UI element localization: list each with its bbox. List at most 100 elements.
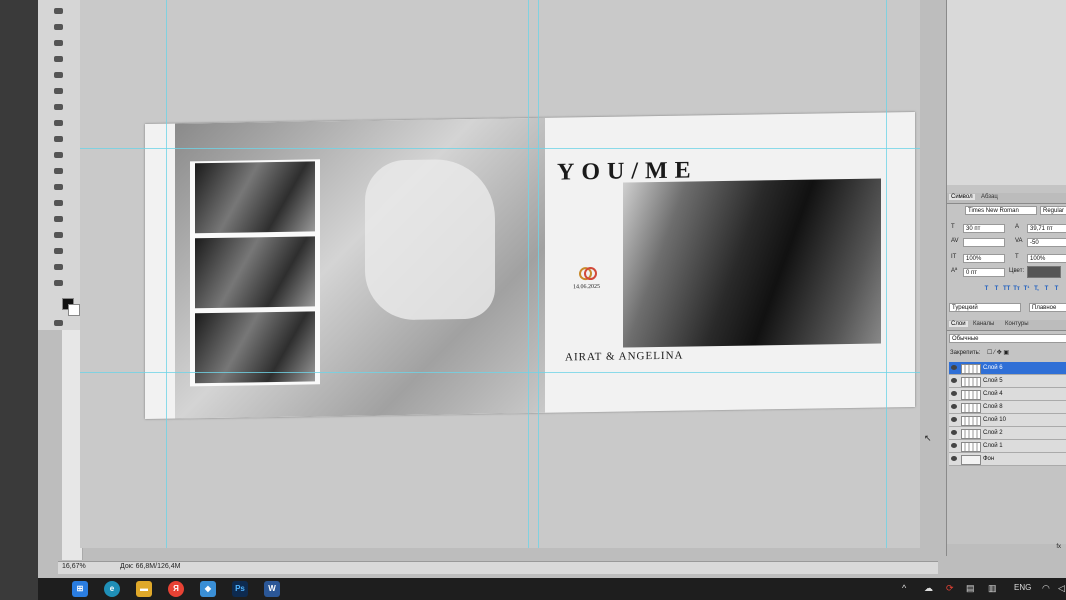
network-bars-icon[interactable]: ▥ [988, 583, 997, 594]
horizontal-scale-field[interactable]: 100% [1027, 254, 1066, 263]
guide-vertical[interactable] [538, 0, 539, 548]
layer-thumbnail [961, 403, 981, 413]
layer-row[interactable]: Слой 6 [949, 362, 1066, 375]
magic-wand-tool-icon[interactable] [52, 22, 66, 32]
tab-paragraph[interactable]: Абзац [979, 194, 1000, 200]
guide-vertical[interactable] [886, 0, 887, 548]
eye-icon[interactable] [951, 417, 957, 422]
history-brush-tool-icon[interactable] [52, 118, 66, 128]
eye-icon[interactable] [951, 456, 957, 461]
faux-italic-button[interactable]: T [993, 285, 1000, 293]
font-size-field[interactable]: 30 пт [963, 224, 1005, 233]
hand-tool-icon[interactable] [52, 262, 66, 272]
file-explorer-icon[interactable]: ▬ [136, 581, 152, 597]
subscript-button[interactable]: T, [1033, 285, 1040, 293]
eye-icon[interactable] [951, 391, 957, 396]
tab-channels[interactable]: Каналы [971, 321, 996, 327]
layer-row[interactable]: Слой 10 [949, 414, 1066, 427]
yandex-browser-icon[interactable]: Я [168, 581, 184, 597]
onedrive-icon[interactable]: ▤ [966, 583, 975, 594]
strip-photo-2 [195, 236, 315, 309]
fx-button[interactable]: fx [1056, 544, 1066, 550]
eye-icon[interactable] [951, 430, 957, 435]
kerning-icon: AV [951, 238, 959, 244]
layer-row[interactable]: Слой 4 [949, 388, 1066, 401]
edge-icon[interactable]: e [104, 581, 120, 597]
brush-tool-icon[interactable] [52, 86, 66, 96]
leading-field[interactable]: 39,71 пт [1027, 224, 1066, 233]
tab-character[interactable]: Символ [949, 194, 975, 200]
text-color-swatch[interactable] [1027, 266, 1061, 278]
lock-icons[interactable]: ☐ ⁄ ✥ ▣ [987, 349, 1009, 356]
photo-strip [190, 159, 320, 387]
layer-row[interactable]: Фон [949, 453, 1066, 466]
layer-thumbnail [961, 442, 981, 452]
gradient-tool-icon[interactable] [52, 150, 66, 160]
lock-label: Закрепить: [950, 350, 981, 356]
shape-tool-icon[interactable] [52, 230, 66, 240]
zoom-level[interactable]: 16,67% [62, 563, 86, 570]
font-family-select[interactable]: Times New Roman [965, 206, 1037, 215]
layers-panel-footer: fx [947, 544, 1066, 556]
photos-app-icon[interactable]: ◆ [200, 581, 216, 597]
photoshop-icon[interactable]: Ps [232, 581, 248, 597]
quick-mask-icon[interactable] [52, 318, 66, 328]
rings-icon [579, 265, 595, 279]
guide-vertical[interactable] [528, 0, 529, 548]
windows-start-icon[interactable]: ⊞ [72, 581, 88, 597]
pen-tool-icon[interactable] [52, 182, 66, 192]
lasso-tool-icon[interactable] [52, 6, 66, 16]
eye-icon[interactable] [951, 404, 957, 409]
volume-icon[interactable]: ◁ [1058, 583, 1065, 594]
eraser-tool-icon[interactable] [52, 134, 66, 144]
eye-icon[interactable] [951, 365, 957, 370]
baseline-shift-field[interactable]: 0 пт [963, 268, 1005, 277]
type-tool-icon[interactable] [52, 198, 66, 208]
font-style-select[interactable]: Regular [1040, 206, 1066, 215]
zoom-tool-icon[interactable] [52, 278, 66, 288]
layer-row[interactable]: Слой 2 [949, 427, 1066, 440]
layer-name: Слой 4 [983, 391, 1003, 397]
layer-name: Слой 5 [983, 378, 1003, 384]
antialias-select[interactable]: Плавное [1029, 303, 1066, 312]
healing-brush-tool-icon[interactable] [52, 70, 66, 80]
cloud-icon[interactable]: ☁ [924, 583, 933, 594]
chevron-up-icon[interactable]: ^ [902, 583, 906, 593]
sync-icon[interactable]: ⟳ [946, 583, 954, 594]
wifi-icon[interactable]: ◠ [1042, 583, 1050, 594]
layer-row[interactable]: Слой 1 [949, 440, 1066, 453]
path-selection-tool-icon[interactable] [52, 214, 66, 224]
eye-icon[interactable] [951, 378, 957, 383]
layer-row[interactable]: Слой 5 [949, 375, 1066, 388]
eye-icon[interactable] [951, 443, 957, 448]
superscript-button[interactable]: T¹ [1023, 285, 1030, 293]
strikethrough-button[interactable]: T [1053, 285, 1060, 293]
3d-rotate-tool-icon[interactable] [52, 246, 66, 256]
dodge-tool-icon[interactable] [52, 166, 66, 176]
guide-horizontal[interactable] [80, 148, 920, 149]
guide-horizontal[interactable] [80, 372, 920, 373]
eyedropper-tool-icon[interactable] [52, 54, 66, 64]
word-icon[interactable]: W [264, 581, 280, 597]
small-caps-button[interactable]: Tт [1013, 285, 1020, 293]
language-select[interactable]: Турецкий [949, 303, 1021, 312]
language-indicator[interactable]: ENG [1014, 583, 1031, 592]
tracking-field[interactable]: -50 [1027, 238, 1066, 247]
layer-row[interactable]: Слой 8 [949, 401, 1066, 414]
tab-layers[interactable]: Слои [949, 321, 968, 327]
canvas-area[interactable]: YOU/ME 14.06.2025 AIRAT & ANGELINA ↖ [80, 0, 932, 548]
document-info[interactable]: Док: 66,8M/126,4M [120, 563, 180, 570]
stamp-tool-icon[interactable] [52, 102, 66, 112]
faux-bold-button[interactable]: T [983, 285, 990, 293]
blend-mode-select[interactable]: Обычные [949, 334, 1066, 343]
background-color-swatch[interactable] [68, 304, 80, 316]
couple-photo [623, 178, 881, 348]
kerning-field[interactable] [963, 238, 1005, 247]
all-caps-button[interactable]: TT [1003, 285, 1010, 293]
guide-vertical[interactable] [166, 0, 167, 548]
vertical-scale-field[interactable]: 100% [963, 254, 1005, 263]
underline-button[interactable]: T [1043, 285, 1050, 293]
layers-panel-tabs: Слои Каналы Контуры [947, 320, 1066, 331]
crop-tool-icon[interactable] [52, 38, 66, 48]
tab-paths[interactable]: Контуры [1003, 321, 1031, 327]
